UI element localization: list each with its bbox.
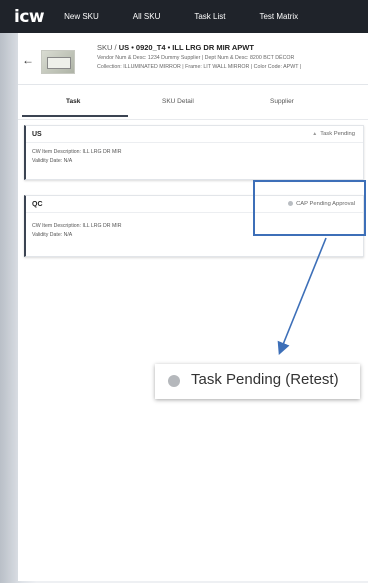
sku-title: SKU / US • 0920_T4 • ILL LRG DR MIR APWT: [97, 43, 254, 52]
card-status: ▲ Task Pending: [312, 131, 355, 137]
card-header: US ▲ Task Pending: [26, 126, 363, 143]
tab-supplier[interactable]: Supplier: [270, 98, 294, 105]
task-card-us[interactable]: US ▲ Task Pending CW Item Description: IL…: [24, 125, 364, 180]
tab-sku-detail[interactable]: SKU Detail: [162, 98, 194, 105]
card-body: CW Item Description: ILL LRG DR MIR Vali…: [26, 143, 363, 173]
sku-header: ← SKU / US • 0920_T4 • ILL LRG DR MIR AP…: [18, 33, 368, 85]
nav-new-sku[interactable]: New SKU: [64, 12, 99, 21]
gray-dot-icon: [168, 375, 180, 387]
card-title: QC: [32, 201, 43, 208]
icw-logo[interactable]: icw: [14, 7, 45, 27]
sku-collection-line: Collection: ILLUMINATED MIRROR | Frame: …: [97, 64, 302, 70]
tab-bar: Task SKU Detail Supplier: [18, 85, 368, 120]
card-status-text: Task Pending: [320, 131, 355, 137]
nav-all-sku[interactable]: All SKU: [133, 12, 161, 21]
tab-task[interactable]: Task: [66, 98, 80, 105]
sku-title-text: US • 0920_T4 • ILL LRG DR MIR APWT: [118, 43, 254, 52]
card-title: US: [32, 131, 42, 138]
top-nav-bar: icw New SKU All SKU Task List Test Matri…: [0, 0, 368, 33]
product-thumbnail: [41, 50, 75, 74]
nav-menu: New SKU All SKU Task List Test Matrix: [64, 12, 298, 21]
status-highlight-box: [253, 180, 366, 236]
warning-triangle-icon: ▲: [312, 131, 318, 137]
item-description: CW Item Description: ILL LRG DR MIR: [32, 149, 122, 155]
status-callout: Task Pending (Retest): [155, 364, 360, 399]
main-panel: ← SKU / US • 0920_T4 • ILL LRG DR MIR AP…: [18, 33, 368, 581]
validity-date: Validity Date: N/A: [32, 158, 73, 164]
callout-text: Task Pending (Retest): [191, 371, 339, 388]
nav-task-list[interactable]: Task List: [194, 12, 225, 21]
active-tab-indicator: [22, 115, 128, 117]
arrow-left-icon[interactable]: ←: [22, 53, 34, 67]
sku-prefix: SKU /: [97, 43, 117, 52]
nav-test-matrix[interactable]: Test Matrix: [259, 12, 298, 21]
sku-vendor-line: Vendor Num & Desc: 1234 Dummy Supplier |…: [97, 55, 295, 61]
